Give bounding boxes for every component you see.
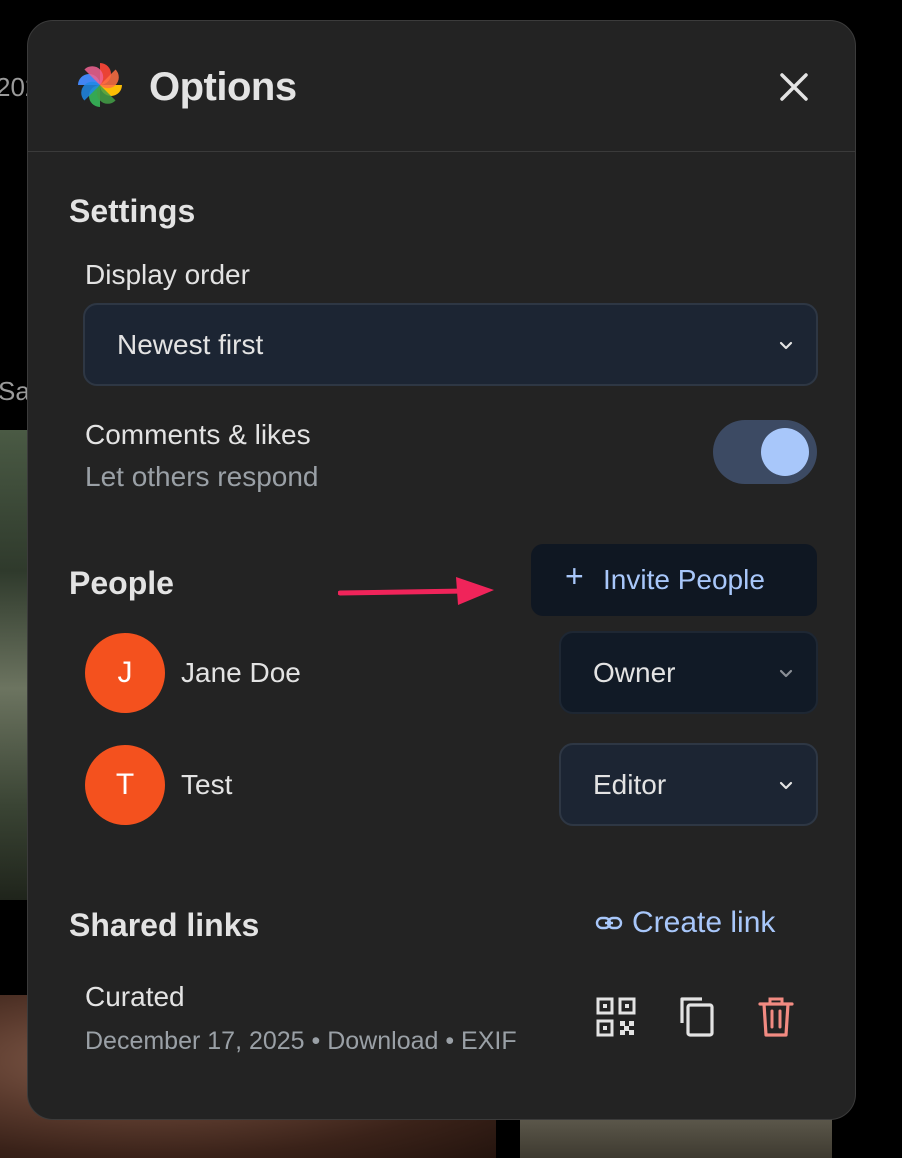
invite-people-button[interactable]: + Invite People xyxy=(531,544,817,616)
photos-logo-icon xyxy=(78,63,122,107)
delete-icon[interactable] xyxy=(754,995,798,1039)
comments-likes-label: Comments & likes xyxy=(85,419,311,450)
close-icon[interactable] xyxy=(774,67,814,107)
create-link-button[interactable]: Create link xyxy=(594,905,775,940)
link-icon xyxy=(595,916,623,930)
display-order-label: Display order xyxy=(85,259,250,290)
dialog-title: Options xyxy=(149,65,297,109)
chevron-down-icon xyxy=(779,781,793,789)
comments-likes-toggle[interactable] xyxy=(713,420,817,484)
display-order-select[interactable]: Newest first xyxy=(83,303,818,386)
member-role-select[interactable]: Owner xyxy=(559,631,818,714)
create-link-label: Create link xyxy=(632,906,776,940)
people-heading: People xyxy=(69,565,174,601)
chevron-down-icon xyxy=(779,341,793,349)
member-role-value: Owner xyxy=(593,656,676,688)
avatar: J xyxy=(85,633,165,713)
shared-links-heading: Shared links xyxy=(69,907,260,943)
shared-link-name: Curated xyxy=(85,981,185,1012)
shared-link-meta: December 17, 2025 • Download • EXIF xyxy=(85,1027,517,1055)
invite-people-label: Invite People xyxy=(603,564,765,595)
copy-icon[interactable] xyxy=(674,993,718,1037)
background-photo-forest[interactable] xyxy=(0,430,30,900)
member-role-select[interactable]: Editor xyxy=(559,743,818,826)
member-name: Jane Doe xyxy=(181,657,301,688)
annotation-arrow-icon xyxy=(338,577,494,605)
chevron-down-icon xyxy=(779,669,793,677)
qr-code-icon[interactable] xyxy=(594,995,638,1039)
options-dialog: Options Settings Display order Newest fi… xyxy=(27,20,856,1120)
dialog-header: Options xyxy=(28,21,855,152)
member-name: Test xyxy=(181,769,233,800)
background-album-text: Sa xyxy=(0,376,30,406)
member-role-value: Editor xyxy=(593,768,667,800)
toggle-knob xyxy=(761,428,809,476)
comments-likes-sublabel: Let others respond xyxy=(85,461,319,492)
plus-icon: + xyxy=(565,558,584,594)
avatar: T xyxy=(85,745,165,825)
settings-heading: Settings xyxy=(69,193,196,229)
display-order-value: Newest first xyxy=(117,328,264,360)
